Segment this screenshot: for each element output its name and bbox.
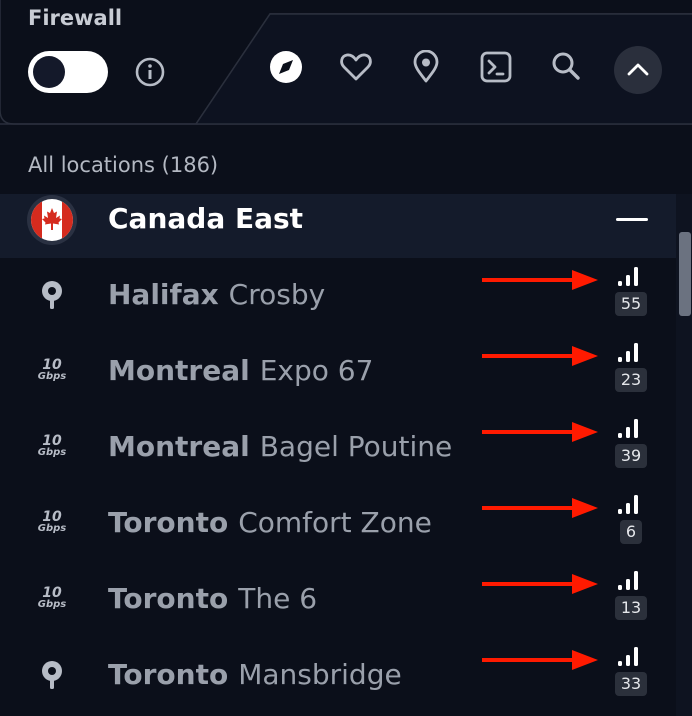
signal-strength-icon: [618, 495, 638, 514]
server-name: Expo 67: [259, 354, 374, 387]
red-arrow-annotation: [482, 498, 598, 518]
scrollbar-thumb[interactable]: [679, 232, 691, 316]
server-row[interactable]: 10 Gbps Toronto The 6 13: [0, 562, 676, 638]
city-name: Halifax: [108, 278, 219, 311]
server-city: Montreal Bagel Poutine: [108, 430, 452, 463]
server-row[interactable]: Toronto Mansbridge 33: [0, 638, 676, 714]
red-arrow-annotation: [482, 650, 598, 670]
server-name: The 6: [238, 582, 318, 615]
10gbps-icon: 10 Gbps: [30, 358, 74, 382]
server-row[interactable]: Halifax Crosby 55: [0, 258, 676, 334]
server-load-badge: 33: [615, 672, 647, 696]
gbps-number: 10: [42, 509, 62, 525]
heart-icon[interactable]: [339, 50, 373, 84]
server-city: Toronto Comfort Zone: [108, 506, 432, 539]
chevron-up-icon: [627, 63, 649, 76]
server-load-badge: 6: [620, 520, 642, 544]
info-icon[interactable]: [134, 56, 166, 88]
server-city: Halifax Crosby: [108, 278, 325, 311]
10gbps-icon: 10 Gbps: [30, 434, 74, 458]
server-load-badge: 55: [615, 292, 647, 316]
server-row[interactable]: 10 Gbps Montreal Expo 67 23: [0, 334, 676, 410]
server-name: Comfort Zone: [238, 506, 432, 539]
server-city: Toronto Mansbridge: [108, 658, 402, 691]
city-name: Toronto: [108, 582, 229, 615]
terminal-icon[interactable]: [479, 50, 513, 84]
city-name: Toronto: [108, 658, 229, 691]
region-name: Canada East: [108, 202, 304, 235]
city-name: Montreal: [108, 430, 250, 463]
gbps-unit: Gbps: [37, 447, 67, 458]
search-icon[interactable]: [549, 50, 583, 84]
toggle-knob: [33, 56, 65, 88]
city-name: Montreal: [108, 354, 250, 387]
server-city: Montreal Expo 67: [108, 354, 373, 387]
red-arrow-annotation: [482, 422, 598, 442]
signal-strength-icon: [618, 419, 638, 438]
gbps-unit: Gbps: [37, 371, 67, 382]
server-load-badge: 23: [615, 368, 647, 392]
firewall-toggle[interactable]: [28, 51, 108, 93]
red-arrow-annotation: [482, 346, 598, 366]
gbps-number: 10: [42, 585, 62, 601]
gbps-number: 10: [42, 357, 62, 373]
server-name: Crosby: [228, 278, 326, 311]
location-pin-icon: [42, 281, 62, 309]
server-name: Bagel Poutine: [259, 430, 453, 463]
gbps-unit: Gbps: [37, 523, 67, 534]
red-arrow-annotation: [482, 574, 598, 594]
top-bar: Firewall: [0, 0, 692, 125]
10gbps-icon: 10 Gbps: [30, 510, 74, 534]
server-city: Toronto The 6: [108, 582, 317, 615]
collapse-button[interactable]: [614, 46, 662, 94]
server-load-badge: 39: [615, 444, 647, 468]
signal-strength-icon: [618, 267, 638, 286]
signal-strength-icon: [618, 343, 638, 362]
canada-flag-icon: [27, 195, 77, 245]
region-row-canada-east[interactable]: Canada East: [0, 194, 676, 258]
compass-icon[interactable]: [269, 50, 303, 84]
red-arrow-annotation: [482, 270, 598, 290]
10gbps-icon: 10 Gbps: [30, 586, 74, 610]
signal-strength-icon: [618, 571, 638, 590]
all-locations-label: All locations (186): [28, 153, 219, 177]
gbps-number: 10: [42, 433, 62, 449]
server-load-badge: 13: [615, 596, 647, 620]
signal-strength-icon: [618, 647, 638, 666]
firewall-label: Firewall: [28, 6, 123, 30]
location-pin-icon[interactable]: [409, 50, 443, 84]
server-row[interactable]: 10 Gbps Montreal Bagel Poutine 39: [0, 410, 676, 486]
server-row[interactable]: 10 Gbps Toronto Comfort Zone 6: [0, 486, 676, 562]
vpn-location-panel: Firewall All locations (186) Canada East…: [0, 0, 692, 716]
server-name: Mansbridge: [238, 658, 402, 691]
minus-icon[interactable]: [616, 218, 648, 221]
city-name: Toronto: [108, 506, 229, 539]
location-pin-icon: [42, 661, 62, 689]
gbps-unit: Gbps: [37, 599, 67, 610]
